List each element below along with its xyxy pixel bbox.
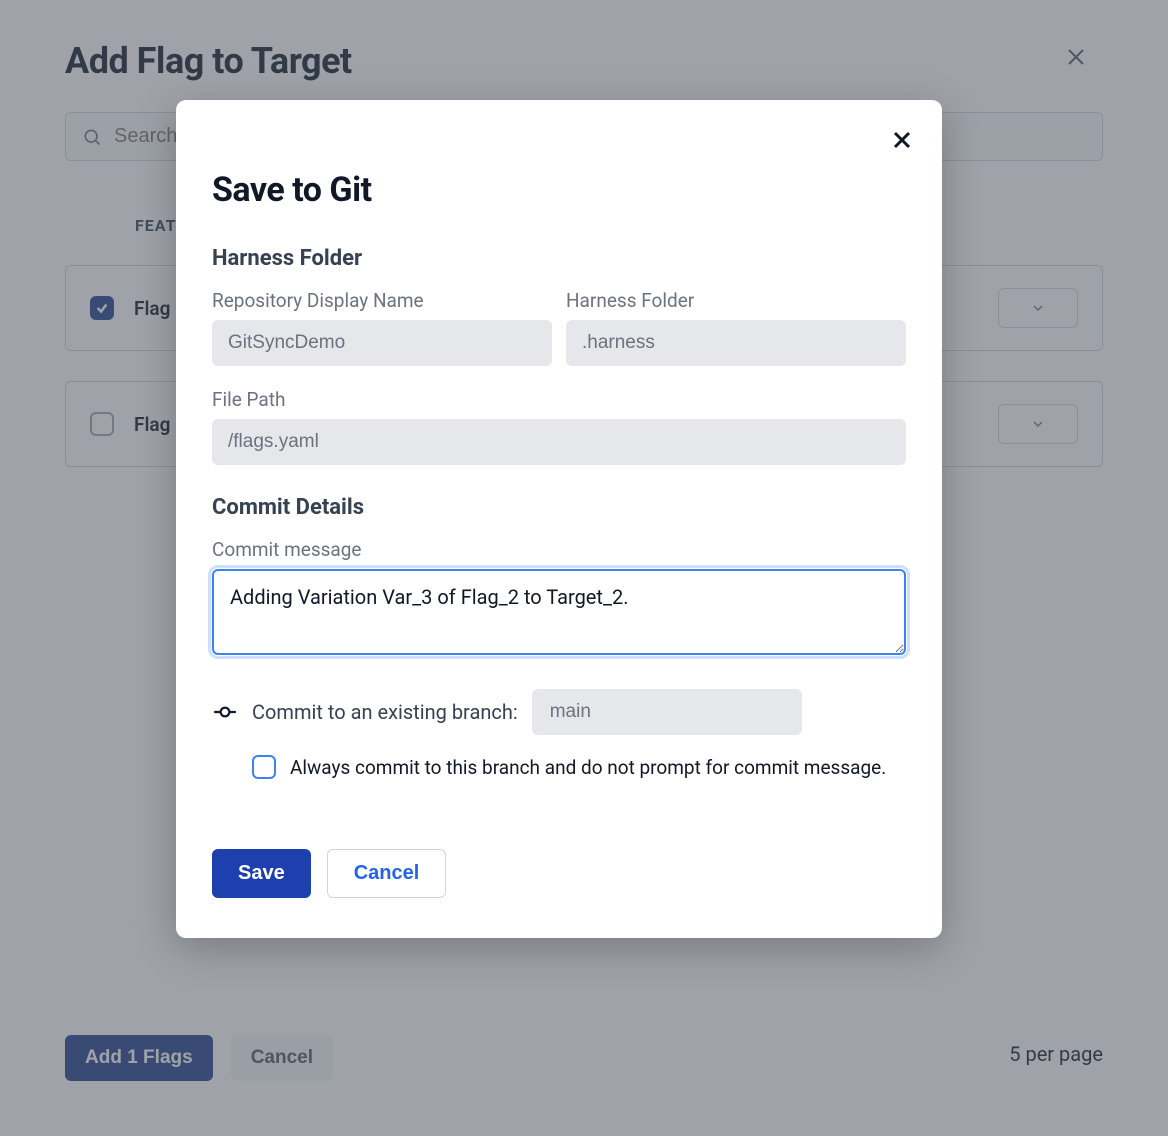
cancel-button[interactable]: Cancel (327, 849, 447, 898)
always-commit-checkbox[interactable] (252, 755, 276, 779)
save-to-git-modal: Save to Git Harness Folder Repository Di… (176, 100, 942, 938)
commit-message-input[interactable] (212, 569, 906, 655)
commit-icon (212, 699, 238, 725)
save-button[interactable]: Save (212, 849, 311, 898)
branch-input[interactable] (532, 689, 802, 735)
file-path-label: File Path (212, 388, 906, 411)
file-path-input[interactable] (212, 419, 906, 465)
repo-name-input[interactable] (212, 320, 552, 366)
repo-name-label: Repository Display Name (212, 289, 552, 312)
harness-folder-label: Harness Folder (566, 289, 906, 312)
branch-label: Commit to an existing branch: (252, 700, 518, 724)
harness-folder-input[interactable] (566, 320, 906, 366)
commit-details-heading: Commit Details (212, 495, 906, 520)
harness-folder-heading: Harness Folder (212, 246, 906, 271)
close-icon (890, 128, 914, 152)
close-modal-button[interactable] (890, 128, 914, 156)
commit-message-label: Commit message (212, 538, 906, 561)
always-commit-label: Always commit to this branch and do not … (290, 756, 886, 779)
modal-title: Save to Git (212, 170, 906, 210)
